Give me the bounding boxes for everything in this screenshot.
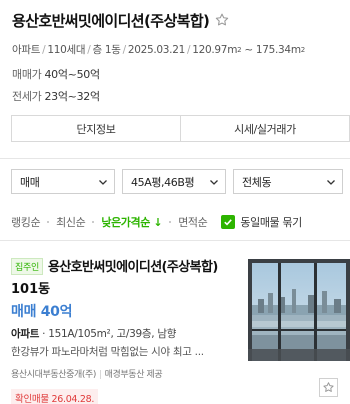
listing-thumbnail[interactable] [248,259,350,361]
owner-badge: 집주인 [11,258,43,275]
area-type-value: 45A평,46B평 [131,175,195,189]
dong-value: 전체동 [242,175,272,189]
meta-area-unit: m [227,44,238,56]
filter-bar: 매매 45A평,46B평 전체동 [11,169,343,194]
sort-ranking[interactable]: 랭킹순 [11,214,41,230]
sort-separator [47,221,50,223]
listing-spec-detail: 151A/105m², 고/39층, 남향 [48,328,177,340]
sort-area[interactable]: 면적순 [178,214,208,230]
meta-area-min: 120.97 [192,44,228,56]
section-divider [0,158,350,159]
checkmark-icon[interactable] [221,215,236,229]
sort-bar: 랭킹순 최신순 낮은가격순 ↓ 면적순 동일매물 묶기 [11,208,350,236]
chevron-down-icon [98,177,108,187]
sale-price-value: 40억~50억 [44,68,100,81]
listing-name[interactable]: 용산호반써밋에이디션(주상복합) [48,256,218,275]
trade-type-select[interactable]: 매매 [11,169,115,194]
info-tabs: 단지정보 시세/실거래가 [11,115,350,142]
trade-type-value: 매매 [20,175,40,189]
meta-households: 110세대 [47,44,86,56]
star-outline-icon[interactable] [214,12,230,28]
meta-floors: 층 1동 [92,44,121,56]
meta-area-sup-2: 2 [300,46,305,54]
meta-type: 아파트 [12,44,41,56]
group-same-listings-label: 동일매물 묶기 [240,216,302,229]
title-row: 용산호반써밋에이디션(주상복합) [12,9,338,31]
sale-price-label: 매매가 [12,68,42,81]
meta-area-max: 175.34 [255,44,291,56]
sort-separator [169,221,172,223]
meta-date: 2025.03.21 [127,44,185,56]
sort-latest[interactable]: 최신순 [56,214,86,230]
chevron-down-icon [326,177,336,187]
listing-spec-type: 아파트 [11,328,40,340]
group-same-listings-toggle[interactable]: 동일매물 묶기 [221,214,302,230]
listing-agency-line: 용산시대부동산중개(주) | 매경부동산 제공 [11,370,163,380]
sale-price-line: 매매가 40억~50억 [12,68,338,82]
listing-provider: 매경부동산 제공 [104,370,163,380]
lease-price-value: 23억~32억 [44,90,100,103]
meta-area-sup: 2 [237,46,242,54]
dong-select[interactable]: 전체동 [233,169,343,194]
complex-header: 용산호반써밋에이디션(주상복합) 아파트/110세대 / 층 1동/2025.03.… [0,0,350,104]
lease-price-label: 전세가 [12,90,42,103]
favorite-button[interactable] [319,378,338,397]
tab-complex-info[interactable]: 단지정보 [12,116,180,141]
lease-price-line: 전세가 23억~32억 [12,90,338,104]
complex-title: 용산호반써밋에이디션(주상복합) [12,11,210,30]
meta-area-unit-2: m [290,44,301,56]
list-divider [0,240,350,241]
tab-price-history[interactable]: 시세/실거래가 [180,116,349,141]
area-type-select[interactable]: 45A평,46B평 [122,169,226,194]
sort-separator [92,221,95,223]
complex-meta: 아파트/110세대 / 층 1동/2025.03.21/120.97m2 ~ 175… [12,44,305,56]
confirmed-listing-badge: 확인매물 26.04.28. [11,389,99,404]
chevron-down-icon [209,177,219,187]
listing-agency[interactable]: 용산시대부동산중개(주) [11,370,96,380]
star-outline-icon [323,382,334,392]
listing-description: 한강뷰가 파노라마처럼 막힘없는 시야 최고 ... [11,346,204,358]
sort-low-price[interactable]: 낮은가격순 ↓ [101,214,162,230]
